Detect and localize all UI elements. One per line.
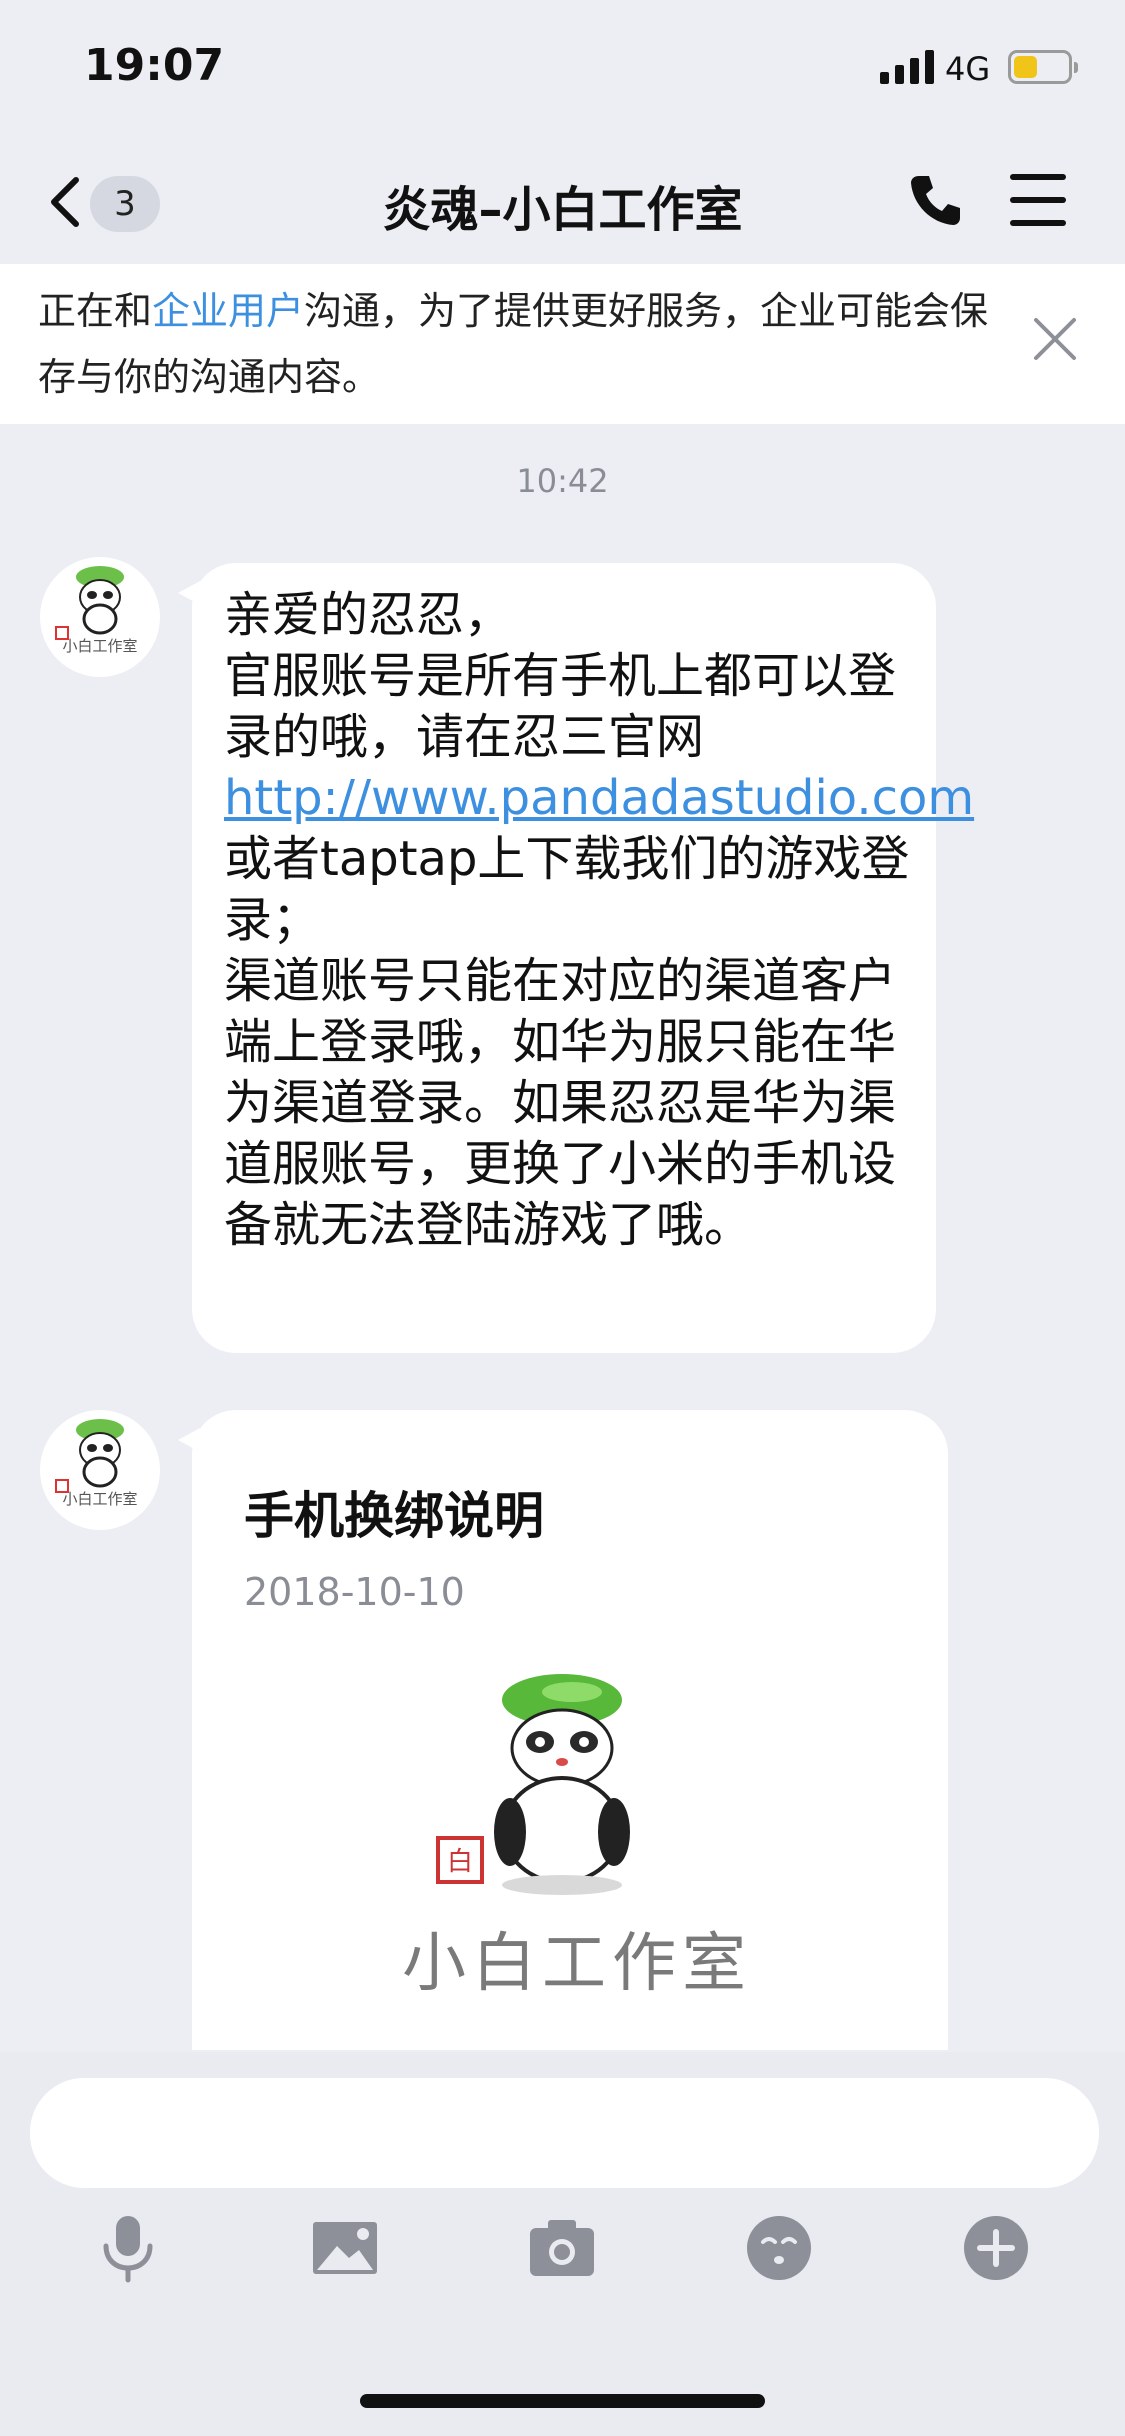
- notice-text: 正在和企业用户沟通，为了提供更好服务，企业可能会保存与你的沟通内容。: [38, 278, 998, 410]
- unread-count-badge[interactable]: 3: [90, 176, 160, 232]
- chat-title: 炎魂–小白工作室: [382, 182, 743, 238]
- svg-text:小白工作室: 小白工作室: [62, 1490, 137, 1508]
- camera-icon[interactable]: [526, 2212, 598, 2284]
- article-card[interactable]: 手机换绑说明 2018-10-10 白 小白工作室: [178, 1410, 948, 2050]
- status-bar: 19:07 4G: [0, 0, 1125, 140]
- phone-icon[interactable]: [905, 170, 965, 230]
- navigation-bar: 3 炎魂–小白工作室: [0, 140, 1125, 264]
- card-date: 2018-10-10: [244, 1570, 465, 1614]
- panda-logo-icon: 小白工作室: [55, 566, 138, 655]
- message-line: 渠道账号只能在对应的渠道客户端上登录哦，如华为服只能在华为渠道登录。如果忍忍是华…: [224, 953, 897, 1253]
- enterprise-user-link[interactable]: 企业用户: [152, 289, 304, 333]
- plus-icon[interactable]: [960, 2212, 1032, 2284]
- home-indicator[interactable]: [360, 2394, 765, 2408]
- emoji-icon[interactable]: [743, 2212, 815, 2284]
- website-link[interactable]: http://www.pandadastudio.com: [224, 770, 974, 826]
- message-line: 或者taptap上下载我们的游戏登录；: [224, 831, 910, 948]
- message-input-area: [0, 2052, 1125, 2436]
- enterprise-notice-banner: 正在和企业用户沟通，为了提供更好服务，企业可能会保存与你的沟通内容。: [0, 264, 1125, 424]
- menu-icon[interactable]: [1010, 174, 1066, 226]
- sender-avatar[interactable]: 小白工作室: [40, 1410, 160, 1530]
- close-icon[interactable]: [1032, 316, 1078, 362]
- seal-text: 白: [447, 1847, 473, 1877]
- network-type: 4G: [945, 50, 991, 88]
- message-greeting: 亲爱的忍忍，: [224, 587, 513, 643]
- notice-prefix: 正在和: [38, 289, 153, 333]
- svg-text:小白工作室: 小白工作室: [62, 637, 137, 655]
- message-text: 亲爱的忍忍， 官服账号是所有手机上都可以登录的哦，请在忍三官网 http://w…: [224, 585, 974, 1256]
- cellular-signal-icon: [880, 50, 936, 84]
- panda-logo-icon: 小白工作室: [55, 1419, 138, 1508]
- message-bubble[interactable]: 亲爱的忍忍， 官服账号是所有手机上都可以登录的哦，请在忍三官网 http://w…: [178, 563, 974, 1353]
- card-title: 手机换绑说明: [244, 1487, 544, 1545]
- card-brand: 小白工作室: [402, 1927, 752, 2001]
- battery-icon: [1008, 50, 1078, 84]
- message-timestamp: 10:42: [516, 462, 609, 500]
- image-icon[interactable]: [309, 2212, 381, 2284]
- message-input[interactable]: [30, 2078, 1099, 2188]
- message-line: 官服账号是所有手机上都可以登录的哦，请在忍三官网: [224, 648, 897, 765]
- status-time: 19:07: [84, 40, 225, 91]
- microphone-icon[interactable]: [92, 2212, 164, 2284]
- panda-mascot-icon: 白: [436, 1674, 630, 1895]
- sender-avatar[interactable]: 小白工作室: [40, 557, 160, 677]
